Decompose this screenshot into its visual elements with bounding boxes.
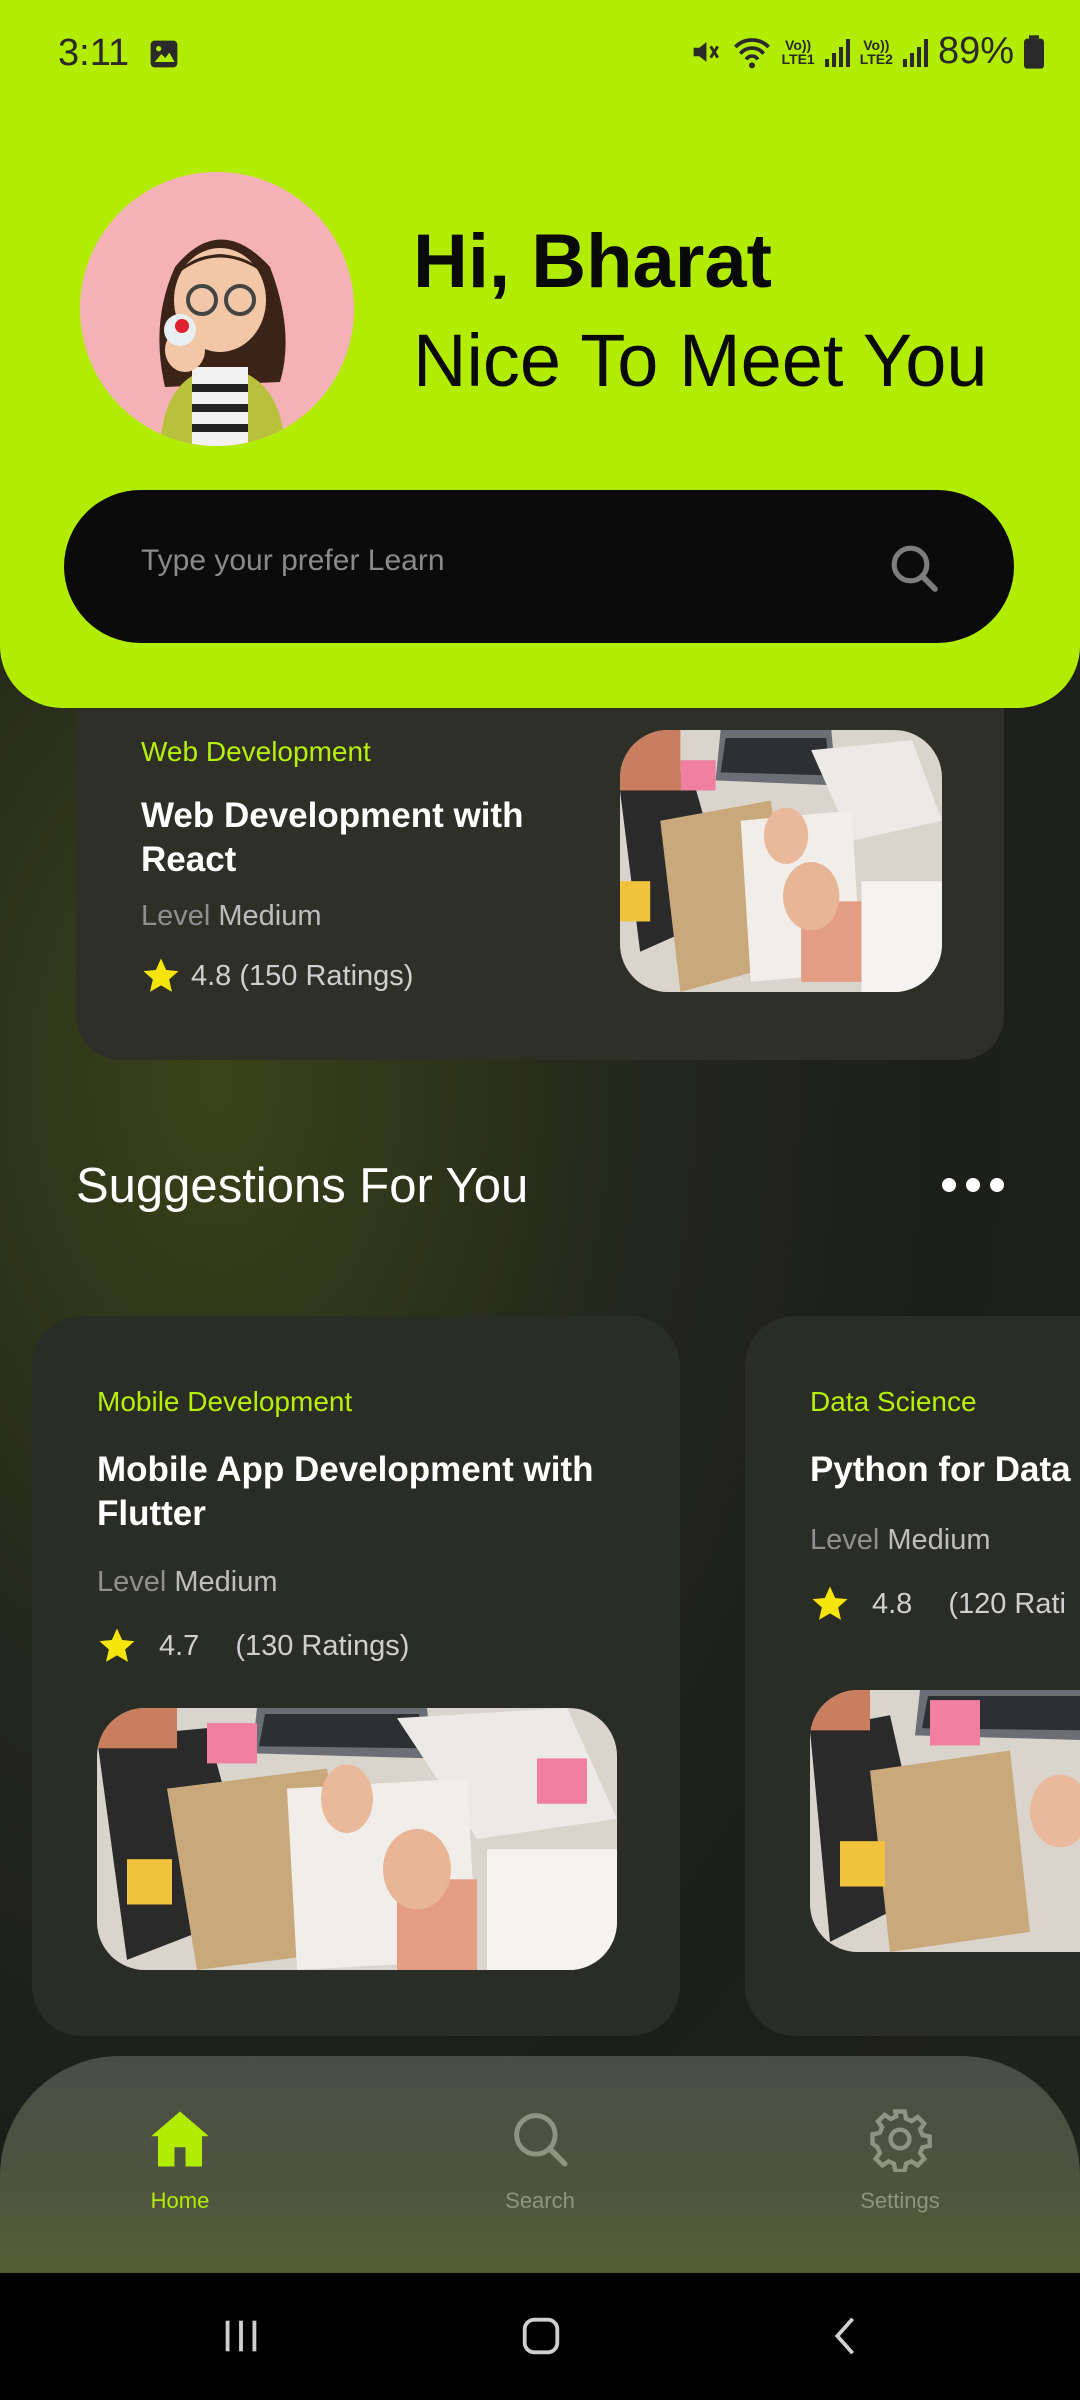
course-title: Web Development with React	[141, 796, 524, 879]
rating-text: 4.8 (150 Ratings)	[191, 959, 414, 992]
network-lte1-top: Vo))	[785, 36, 812, 53]
rating-value: 4.8	[872, 1587, 913, 1620]
nav-label: Search	[505, 2188, 575, 2213]
network-lte2-bottom: LTE2	[859, 50, 893, 67]
signal-icon	[824, 37, 850, 67]
battery-icon	[1024, 34, 1044, 69]
battery-percent: 89%	[937, 30, 1014, 72]
level-value: Medium	[218, 900, 322, 932]
search-icon	[514, 2113, 568, 2167]
course-image	[620, 730, 942, 992]
course-title: Python for Data	[810, 1450, 1071, 1489]
course-image	[97, 1708, 617, 1970]
greeting-name: Hi, Bharat	[413, 219, 772, 304]
suggestion-card[interactable]: Mobile Development Mobile App Developmen…	[32, 1316, 680, 2036]
gallery-icon	[150, 40, 178, 68]
search-input[interactable]: Type your prefer Learn	[141, 544, 445, 578]
home-button-icon[interactable]	[518, 2313, 564, 2359]
network-lte1: Vo)) LTE1	[782, 38, 815, 66]
mute-icon	[693, 41, 719, 62]
star-icon	[143, 958, 179, 992]
level-label: Level	[810, 1524, 880, 1556]
course-rating: 4.7 (130 Ratings)	[97, 1626, 409, 1666]
nav-search[interactable]: Search	[440, 2106, 640, 2214]
section-title: Suggestions For You	[76, 1159, 529, 1213]
course-level: Level Medium	[141, 900, 322, 933]
greeting-subtitle: Nice To Meet You	[413, 319, 988, 402]
rating-count: (120 Rati	[948, 1587, 1066, 1620]
nav-settings[interactable]: Settings	[800, 2106, 1000, 2214]
star-icon	[812, 1586, 848, 1620]
course-category: Data Science	[810, 1386, 977, 1417]
screen: Web Development Web Development with Rea…	[0, 0, 1080, 2400]
nav-label: Home	[150, 2188, 210, 2213]
network-lte2-top: Vo))	[863, 36, 890, 53]
recent-apps-icon[interactable]	[218, 2313, 264, 2359]
avatar[interactable]	[80, 172, 354, 446]
course-level: Level Medium	[97, 1566, 278, 1599]
course-rating: 4.8 (120 Rati	[810, 1584, 1066, 1624]
suggestion-card[interactable]: Data Science Python for Data Level Mediu…	[745, 1316, 1080, 2036]
search-bar[interactable]: Type your prefer Learn	[64, 490, 1014, 643]
rating-count: (130 Ratings)	[235, 1629, 410, 1662]
gear-icon	[870, 2109, 932, 2172]
level-value: Medium	[887, 1524, 991, 1556]
status-bar: 3:11 Vo)) LTE1 Vo)) LTE2 89%	[0, 0, 1080, 110]
status-icons: Vo)) LTE1 Vo)) LTE2 89%	[688, 30, 1044, 73]
bottom-nav: Home Search Settings	[0, 2056, 1080, 2273]
search-icon[interactable]	[886, 540, 942, 596]
back-icon[interactable]	[822, 2313, 868, 2359]
signal-icon	[902, 37, 928, 67]
nav-label: Settings	[860, 2188, 940, 2213]
course-category: Mobile Development	[97, 1386, 353, 1417]
header: 3:11 Vo)) LTE1 Vo)) LTE2 89% Hi, Bharat …	[0, 0, 1080, 708]
network-lte2: Vo)) LTE2	[860, 38, 893, 66]
more-options-icon[interactable]	[942, 1178, 1004, 1192]
wifi-icon	[733, 37, 770, 68]
status-time: 3:11	[58, 32, 130, 74]
system-nav-bar	[0, 2273, 1080, 2400]
course-category: Web Development	[141, 736, 371, 767]
nav-home[interactable]: Home	[80, 2106, 280, 2214]
course-image	[810, 1690, 1080, 1952]
level-value: Medium	[174, 1566, 278, 1598]
course-title: Mobile App Development with Flutter	[97, 1450, 594, 1533]
course-level: Level Medium	[810, 1524, 991, 1557]
level-label: Level	[141, 900, 211, 932]
level-label: Level	[97, 1566, 167, 1598]
home-icon	[151, 2111, 209, 2167]
star-icon	[99, 1628, 135, 1662]
course-rating: 4.8 (150 Ratings)	[141, 956, 413, 996]
network-lte1-bottom: LTE1	[781, 50, 815, 67]
rating-value: 4.7	[159, 1629, 200, 1662]
